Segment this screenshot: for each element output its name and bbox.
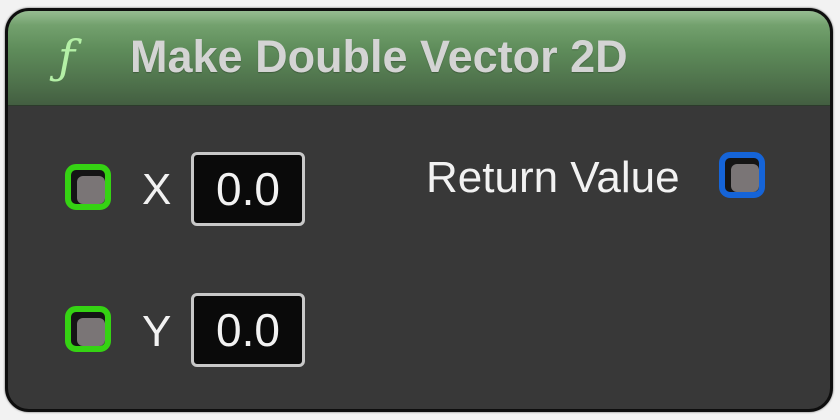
output-label-return-value: Return Value bbox=[426, 153, 680, 202]
input-value-y[interactable]: 0.0 bbox=[191, 293, 305, 367]
pin-core bbox=[77, 318, 105, 346]
node-header[interactable]: ƒ Make Double Vector 2D bbox=[8, 11, 830, 106]
input-label-x: X bbox=[142, 165, 172, 214]
pin-core bbox=[77, 176, 105, 204]
node-title: Make Double Vector 2D bbox=[130, 31, 628, 82]
input-pin-y[interactable] bbox=[65, 306, 111, 352]
blueprint-node[interactable]: ƒ Make Double Vector 2D X 0.0 Y 0.0 Retu… bbox=[5, 8, 833, 412]
output-pin-return-value[interactable] bbox=[719, 152, 765, 198]
function-icon: ƒ bbox=[58, 30, 76, 84]
input-label-y: Y bbox=[142, 307, 172, 356]
input-pin-x[interactable] bbox=[65, 164, 111, 210]
input-value-x[interactable]: 0.0 bbox=[191, 152, 305, 226]
pin-core bbox=[731, 164, 759, 192]
